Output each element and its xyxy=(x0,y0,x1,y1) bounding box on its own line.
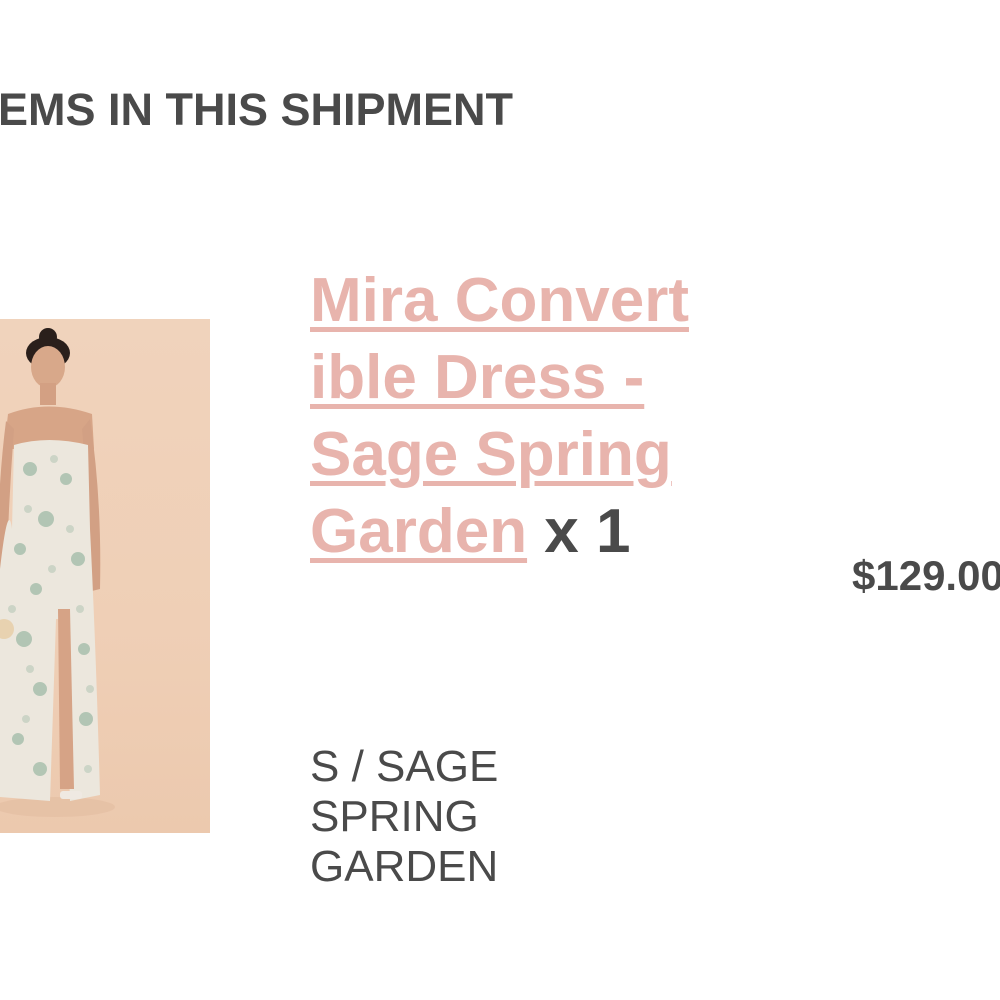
item-variant: S / SAGE SPRING GARDEN xyxy=(310,742,499,891)
section-heading: ITEMS IN THIS SHIPMENT xyxy=(0,84,514,135)
item-title-block: Mira Convertible Dress - Sage Spring Gar… xyxy=(310,262,700,570)
item-quantity: x 1 xyxy=(544,497,631,566)
product-image[interactable] xyxy=(0,319,210,833)
item-price: $129.00 xyxy=(852,552,1000,599)
product-title-link[interactable]: Mira Convertible Dress - Sage Spring Gar… xyxy=(310,266,689,566)
